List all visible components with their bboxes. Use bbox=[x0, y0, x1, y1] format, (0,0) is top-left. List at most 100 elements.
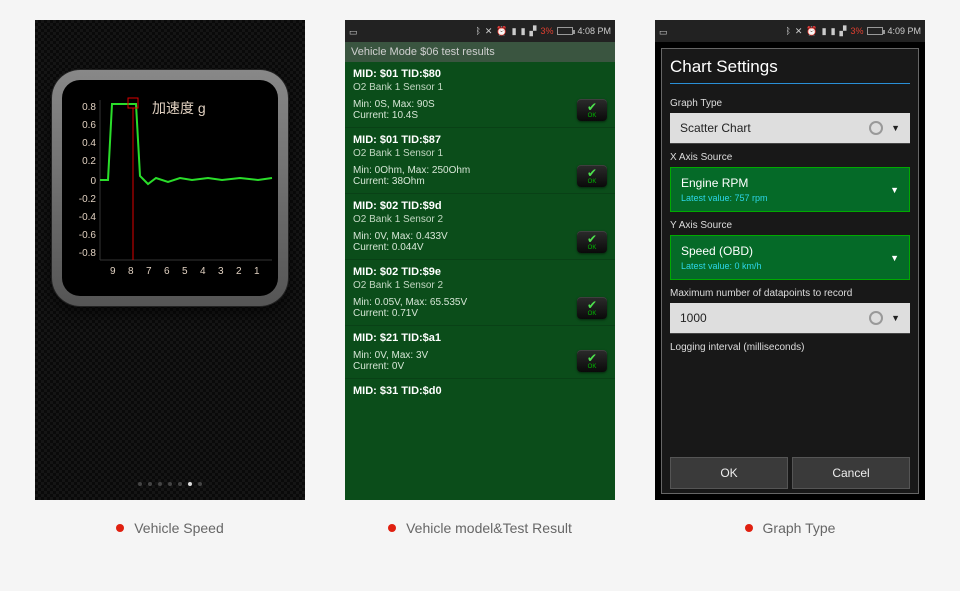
svg-text:7: 7 bbox=[146, 266, 152, 277]
chevron-down-icon: ▼ bbox=[891, 123, 900, 133]
test-sub: O2 Bank 1 Sensor 2 bbox=[353, 214, 607, 225]
test-sub: O2 Bank 1 Sensor 1 bbox=[353, 148, 607, 159]
graph-type-label: Graph Type bbox=[670, 98, 910, 109]
mute-icon: ✕ bbox=[795, 26, 803, 37]
chevron-down-icon: ▼ bbox=[890, 185, 899, 195]
test-entry: MID: $01 TID:$80 O2 Bank 1 Sensor 1 bbox=[345, 62, 615, 95]
svg-text:1: 1 bbox=[254, 266, 260, 277]
sim-icon: ▭ bbox=[659, 27, 667, 35]
y-axis-value: Speed (OBD) bbox=[681, 244, 762, 258]
svg-text:0.6: 0.6 bbox=[82, 120, 96, 131]
test-sub: O2 Bank 1 Sensor 1 bbox=[353, 82, 607, 93]
alarm-icon: ⏰ bbox=[806, 26, 817, 37]
chart-title: 加速度 g bbox=[152, 98, 206, 118]
x-axis-latest: Latest value: 757 rpm bbox=[681, 193, 768, 203]
test-minmax: Min: 0V, Max: 3V bbox=[353, 350, 428, 361]
test-current: Current: 0.044V bbox=[353, 242, 448, 253]
signal-icon: ▮ bbox=[822, 26, 827, 37]
test-mid: MID: $01 TID:$87 bbox=[353, 134, 607, 146]
test-entry: MID: $01 TID:$87 O2 Bank 1 Sensor 1 bbox=[345, 128, 615, 161]
svg-text:-0.6: -0.6 bbox=[79, 230, 97, 241]
battery-pct: 3% bbox=[540, 26, 553, 36]
cancel-button[interactable]: Cancel bbox=[792, 457, 910, 489]
ok-button[interactable]: OK bbox=[670, 457, 788, 489]
interval-label: Logging interval (milliseconds) bbox=[670, 342, 910, 353]
svg-text:-0.2: -0.2 bbox=[79, 194, 97, 205]
y-axis-label: Y Axis Source bbox=[670, 220, 910, 231]
statusbar: ▭ ᛒ ✕ ⏰ ▮ ▮ ▞ 3% 4:09 PM bbox=[655, 20, 925, 42]
phone-chart-settings: ▭ ᛒ ✕ ⏰ ▮ ▮ ▞ 3% 4:09 PM Chart Settings … bbox=[655, 20, 925, 500]
chevron-down-icon: ▼ bbox=[890, 253, 899, 263]
y-axis-latest: Latest value: 0 km/h bbox=[681, 261, 762, 271]
result-ok-button[interactable]: ✔OK bbox=[577, 297, 607, 319]
svg-text:5: 5 bbox=[182, 266, 188, 277]
line-chart: 加速度 g 0.8 0.6 0.4 0.2 0 -0.2 -0.4 bbox=[62, 80, 278, 296]
svg-text:9: 9 bbox=[110, 266, 116, 277]
phone-test-results: ▭ ᛒ ✕ ⏰ ▮ ▮ ▞ 3% 4:08 PM Vehicle Mode $0… bbox=[345, 20, 615, 500]
radio-icon bbox=[869, 311, 883, 325]
test-value-row: Min: 0V, Max: 0.433V Current: 0.044V ✔OK bbox=[345, 227, 615, 260]
x-axis-value: Engine RPM bbox=[681, 176, 768, 190]
svg-text:6: 6 bbox=[164, 266, 170, 277]
test-entry: MID: $02 TID:$9d O2 Bank 1 Sensor 2 bbox=[345, 194, 615, 227]
result-ok-button[interactable]: ✔OK bbox=[577, 231, 607, 253]
check-icon: ✔ bbox=[587, 101, 597, 113]
svg-text:8: 8 bbox=[128, 266, 134, 277]
chart-frame: 加速度 g 0.8 0.6 0.4 0.2 0 -0.2 -0.4 bbox=[52, 70, 288, 306]
battery-pct: 3% bbox=[850, 26, 863, 36]
max-points-value: 1000 bbox=[680, 311, 707, 325]
signal-icon: ▮ bbox=[512, 26, 517, 37]
max-points-label: Maximum number of datapoints to record bbox=[670, 288, 910, 299]
result-ok-button[interactable]: ✔OK bbox=[577, 99, 607, 121]
signal-bars-icon: ▞ bbox=[530, 26, 537, 37]
graph-type-select[interactable]: Scatter Chart ▼ bbox=[670, 113, 910, 144]
phone-vehicle-speed: 加速度 g 0.8 0.6 0.4 0.2 0 -0.2 -0.4 bbox=[35, 20, 305, 500]
statusbar: ▭ ᛒ ✕ ⏰ ▮ ▮ ▞ 3% 4:08 PM bbox=[345, 20, 615, 42]
svg-text:0.4: 0.4 bbox=[82, 138, 96, 149]
result-ok-button[interactable]: ✔OK bbox=[577, 165, 607, 187]
caption-3: Graph Type bbox=[655, 520, 925, 536]
svg-text:0.8: 0.8 bbox=[82, 102, 96, 113]
caption-2: Vehicle model&Test Result bbox=[345, 520, 615, 536]
y-axis-select[interactable]: Speed (OBD) Latest value: 0 km/h ▼ bbox=[670, 235, 910, 280]
x-axis-ticks: 9 8 7 6 5 4 3 2 1 bbox=[110, 266, 260, 277]
svg-text:3: 3 bbox=[218, 266, 224, 277]
test-mid: MID: $31 TID:$d0 bbox=[353, 385, 607, 397]
svg-text:2: 2 bbox=[236, 266, 242, 277]
bluetooth-icon: ᛒ bbox=[475, 26, 480, 36]
test-value-row: Min: 0Ohm, Max: 250Ohm Current: 38Ohm ✔O… bbox=[345, 161, 615, 194]
test-value-row: Min: 0S, Max: 90S Current: 10.4S ✔OK bbox=[345, 95, 615, 128]
test-value-row: Min: 0V, Max: 3V Current: 0V ✔OK bbox=[345, 346, 615, 379]
test-mid: MID: $02 TID:$9e bbox=[353, 266, 607, 278]
test-minmax: Min: 0S, Max: 90S bbox=[353, 99, 435, 110]
mute-icon: ✕ bbox=[485, 26, 493, 37]
check-icon: ✔ bbox=[587, 233, 597, 245]
svg-text:-0.4: -0.4 bbox=[79, 212, 97, 223]
test-value-row: Min: 0.05V, Max: 65.535V Current: 0.71V … bbox=[345, 293, 615, 326]
page-indicator bbox=[35, 482, 305, 486]
dialog-title: Chart Settings bbox=[670, 57, 910, 84]
svg-text:0: 0 bbox=[90, 176, 96, 187]
test-entry: MID: $02 TID:$9e O2 Bank 1 Sensor 2 bbox=[345, 260, 615, 293]
battery-icon bbox=[867, 27, 883, 35]
bullet-icon bbox=[388, 524, 396, 532]
test-results-list[interactable]: MID: $01 TID:$80 O2 Bank 1 Sensor 1 Min:… bbox=[345, 62, 615, 500]
x-axis-select[interactable]: Engine RPM Latest value: 757 rpm ▼ bbox=[670, 167, 910, 212]
result-ok-button[interactable]: ✔OK bbox=[577, 350, 607, 372]
radio-icon bbox=[869, 121, 883, 135]
clock: 4:09 PM bbox=[887, 26, 921, 36]
battery-icon bbox=[557, 27, 573, 35]
check-icon: ✔ bbox=[587, 299, 597, 311]
test-minmax: Min: 0.05V, Max: 65.535V bbox=[353, 297, 467, 308]
check-icon: ✔ bbox=[587, 352, 597, 364]
test-mid: MID: $21 TID:$a1 bbox=[353, 332, 607, 344]
graph-type-value: Scatter Chart bbox=[680, 121, 751, 135]
max-points-select[interactable]: 1000 ▼ bbox=[670, 303, 910, 334]
check-icon: ✔ bbox=[587, 167, 597, 179]
x-axis-label: X Axis Source bbox=[670, 152, 910, 163]
test-current: Current: 38Ohm bbox=[353, 176, 470, 187]
bluetooth-icon: ᛒ bbox=[785, 26, 790, 36]
bullet-icon bbox=[745, 524, 753, 532]
test-current: Current: 10.4S bbox=[353, 110, 435, 121]
test-sub: O2 Bank 1 Sensor 2 bbox=[353, 280, 607, 291]
